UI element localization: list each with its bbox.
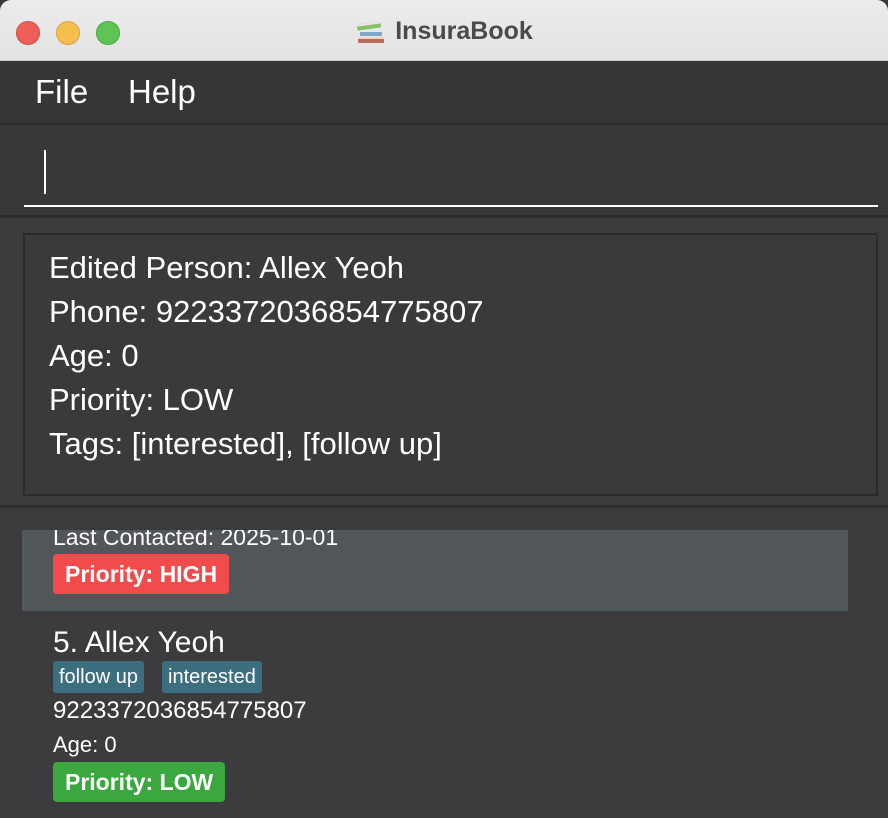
command-input[interactable] xyxy=(24,141,878,207)
app-books-icon xyxy=(356,21,385,43)
command-box xyxy=(0,125,888,218)
person-phone: 9223372036854775807 xyxy=(53,697,307,724)
result-display[interactable]: Edited Person: Allex Yeoh Phone: 9223372… xyxy=(23,233,878,496)
person-age: Age: 0 xyxy=(53,732,117,757)
tag-interested: interested xyxy=(162,661,262,693)
text-caret xyxy=(44,150,46,194)
person-name: 5. Allex Yeoh xyxy=(53,626,225,659)
priority-badge-high: Priority: HIGH xyxy=(53,554,230,594)
result-line: Edited Person: Allex Yeoh xyxy=(49,250,405,285)
window-title-group: InsuraBook xyxy=(0,14,888,48)
last-contacted: Last Contacted: 2025-10-01 xyxy=(53,530,339,550)
priority-badge-low: Priority: LOW xyxy=(53,762,226,802)
person-card-selected[interactable]: Last Contacted: 2025-10-01 Priority: HIG… xyxy=(22,530,848,611)
person-card[interactable]: 5. Allex Yeoh follow up interested 92233… xyxy=(22,611,848,818)
menu-help[interactable]: Help xyxy=(128,73,196,111)
title-bar: InsuraBook xyxy=(0,0,888,61)
window-title: InsuraBook xyxy=(395,16,533,45)
person-list[interactable]: Last Contacted: 2025-10-01 Priority: HIG… xyxy=(0,508,888,818)
result-line: Tags: [interested], [follow up] xyxy=(49,426,442,461)
menu-file[interactable]: File xyxy=(35,73,88,111)
menu-bar: File Help xyxy=(0,61,888,125)
result-line: Age: 0 xyxy=(49,338,139,373)
result-display-panel: Edited Person: Allex Yeoh Phone: 9223372… xyxy=(0,218,888,508)
result-line: Priority: LOW xyxy=(49,382,234,417)
result-line: Phone: 9223372036854775807 xyxy=(49,294,484,329)
tag-follow-up: follow up xyxy=(53,661,144,693)
